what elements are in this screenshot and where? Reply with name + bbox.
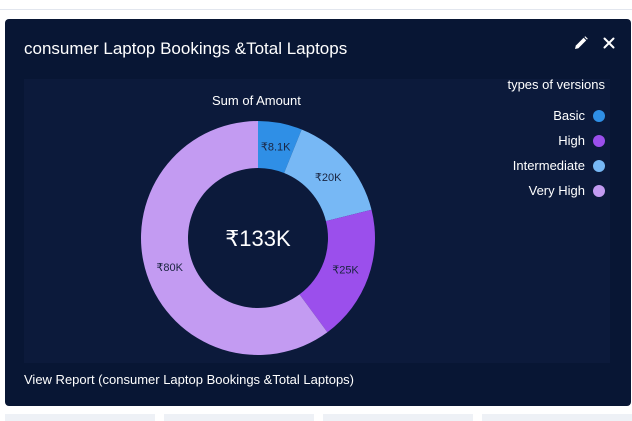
legend-swatch bbox=[593, 134, 605, 147]
chart-title: Sum of Amount bbox=[212, 93, 301, 108]
slice-value-label: ₹8.1K bbox=[261, 142, 291, 154]
tile bbox=[5, 414, 155, 421]
legend-label: Very High bbox=[528, 183, 585, 198]
tile bbox=[323, 414, 473, 421]
top-strip bbox=[0, 0, 632, 10]
legend-item-high[interactable]: High bbox=[507, 128, 605, 153]
chart-card: consumer Laptop Bookings &Total Laptops … bbox=[5, 19, 631, 406]
legend: types of versions Basic High Intermediat… bbox=[507, 77, 605, 203]
legend-title: types of versions bbox=[507, 77, 605, 92]
view-report-link[interactable]: View Report (consumer Laptop Bookings &T… bbox=[24, 372, 354, 387]
legend-swatch bbox=[593, 159, 605, 172]
slice-value-label: ₹20K bbox=[315, 172, 342, 184]
legend-item-basic[interactable]: Basic bbox=[507, 103, 605, 128]
slice-value-label: ₹80K bbox=[156, 262, 183, 274]
legend-label: High bbox=[558, 133, 585, 148]
legend-item-very-high[interactable]: Very High bbox=[507, 178, 605, 203]
legend-swatch bbox=[593, 184, 605, 197]
tile bbox=[164, 414, 314, 421]
tile bbox=[482, 414, 632, 421]
slice-value-label: ₹25K bbox=[332, 265, 359, 277]
donut-total-label: ₹133K bbox=[225, 226, 291, 251]
legend-label: Intermediate bbox=[512, 158, 585, 173]
legend-swatch bbox=[593, 109, 605, 122]
legend-label: Basic bbox=[553, 108, 585, 123]
bottom-tiles bbox=[5, 414, 632, 421]
legend-item-intermediate[interactable]: Intermediate bbox=[507, 153, 605, 178]
